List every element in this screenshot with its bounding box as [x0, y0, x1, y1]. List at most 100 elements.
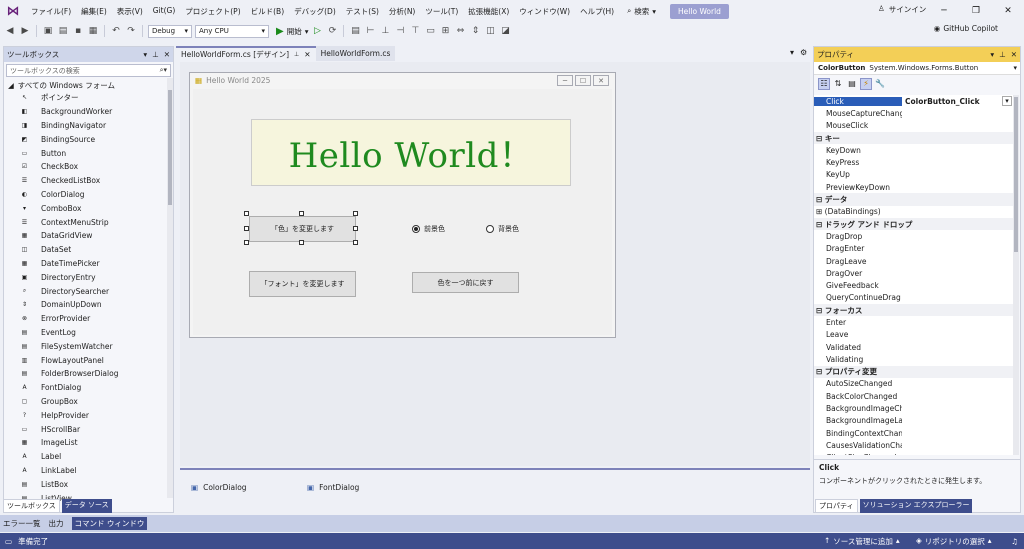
- chevron-down-icon[interactable]: ▾: [990, 50, 994, 59]
- solution-title-chip[interactable]: Hello World: [670, 3, 729, 19]
- toolbox-item[interactable]: ◧ BackgroundWorker: [4, 105, 173, 119]
- search-button[interactable]: ⌕ 検索 ▾: [619, 6, 664, 17]
- toolbox-item[interactable]: ▤ FolderBrowserDialog: [4, 367, 173, 381]
- property-category[interactable]: ⊟ ドラッグ アンド ドロップ: [814, 217, 1014, 231]
- menu-item[interactable]: 編集(E): [76, 6, 112, 17]
- open-folder-icon[interactable]: ▤: [57, 25, 69, 37]
- redo-icon[interactable]: ↷: [125, 25, 137, 37]
- categorized-icon[interactable]: ☷: [818, 77, 830, 90]
- collapse-icon[interactable]: ⊟: [816, 220, 825, 229]
- property-row[interactable]: BackColorChanged: [814, 390, 1014, 402]
- platform-select[interactable]: Any CPU ▾: [195, 24, 269, 38]
- property-row[interactable]: BindingContextChanged: [814, 427, 1014, 439]
- property-row[interactable]: MouseClick: [814, 120, 1014, 132]
- save-all-icon[interactable]: ▦: [87, 25, 99, 37]
- tab-toolbox[interactable]: ツールボックス: [3, 499, 60, 513]
- property-row[interactable]: AutoSizeChanged: [814, 378, 1014, 390]
- radio-background[interactable]: 背景色: [486, 224, 519, 234]
- tab-output[interactable]: 出力: [49, 518, 64, 529]
- collapse-icon[interactable]: ⊟: [816, 367, 825, 376]
- property-row[interactable]: DragDrop: [814, 230, 1014, 242]
- property-row[interactable]: DragOver: [814, 267, 1014, 279]
- toolbox-item[interactable]: ▭ HScrollBar: [4, 422, 173, 436]
- toolbox-item[interactable]: ☑ CheckBox: [4, 160, 173, 174]
- menu-item[interactable]: ヘルプ(H): [575, 6, 619, 17]
- copilot-button[interactable]: ◉ GitHub Copilot: [934, 24, 998, 33]
- align-right-icon[interactable]: ⊣: [394, 25, 406, 37]
- property-row[interactable]: Enter: [814, 316, 1014, 328]
- same-size-icon[interactable]: ▭: [424, 25, 436, 37]
- scrollbar-thumb[interactable]: [1014, 97, 1018, 252]
- minimize-icon[interactable]: ─: [928, 6, 960, 16]
- menu-item[interactable]: ウィンドウ(W): [514, 6, 575, 17]
- property-row[interactable]: QueryContinueDrag: [814, 292, 1014, 304]
- toolbox-item[interactable]: ▦ DateTimePicker: [4, 257, 173, 271]
- spacing-icon[interactable]: ⇔: [454, 25, 466, 37]
- property-row[interactable]: PreviewKeyDown: [814, 181, 1014, 193]
- collapse-icon[interactable]: ⊟: [816, 134, 825, 143]
- grid-icon[interactable]: ⊞: [439, 25, 451, 37]
- close-icon[interactable]: ✕: [992, 6, 1024, 16]
- menu-item[interactable]: プロジェクト(P): [180, 6, 245, 17]
- notification-bell-icon[interactable]: ♫: [1011, 537, 1018, 546]
- property-row[interactable]: MouseCaptureChanged: [814, 107, 1014, 119]
- align-left-icon[interactable]: ⊢: [364, 25, 376, 37]
- property-row[interactable]: KeyDown: [814, 144, 1014, 156]
- pin-icon[interactable]: ⊥: [152, 50, 159, 59]
- property-row[interactable]: Validating: [814, 353, 1014, 365]
- toolbox-search-input[interactable]: ツールボックスの検索 ⌕▾: [6, 64, 171, 77]
- property-row[interactable]: ClientSizeChanged: [814, 452, 1014, 455]
- menu-item[interactable]: ビルド(B): [246, 6, 290, 17]
- menu-item[interactable]: 分析(N): [384, 6, 420, 17]
- forward-icon[interactable]: ▶: [19, 25, 31, 37]
- gear-icon[interactable]: ⚙: [800, 48, 807, 57]
- new-project-icon[interactable]: ▣: [42, 25, 54, 37]
- property-value[interactable]: ColorButton_Click: [902, 97, 1002, 106]
- toolbox-item[interactable]: ⌕ DirectorySearcher: [4, 284, 173, 298]
- collapse-icon[interactable]: ⊟: [816, 306, 825, 315]
- tab-solution-explorer[interactable]: ソリューション エクスプローラー: [859, 499, 973, 513]
- property-row[interactable]: CausesValidationChange: [814, 439, 1014, 451]
- vspacing-icon[interactable]: ⇕: [469, 25, 481, 37]
- source-control-button[interactable]: ↑ ソース管理に追加 ▴: [824, 536, 900, 547]
- resize-handle[interactable]: [299, 211, 304, 216]
- property-row[interactable]: Validated: [814, 341, 1014, 353]
- back-icon[interactable]: ◀: [4, 25, 16, 37]
- tab-datasource[interactable]: データ ソース: [61, 499, 112, 513]
- events-lightning-icon[interactable]: ⚡: [860, 77, 872, 90]
- tray-color-dialog[interactable]: ▣ ColorDialog: [191, 483, 247, 492]
- scrollbar-thumb[interactable]: [168, 90, 172, 205]
- property-row[interactable]: DragEnter: [814, 243, 1014, 255]
- property-row[interactable]: DragLeave: [814, 255, 1014, 267]
- repo-select-button[interactable]: ◈ リポジトリの選択 ▴: [916, 536, 992, 547]
- toolbox-category[interactable]: ◢ すべての Windows フォーム: [4, 79, 173, 91]
- tab-command-window[interactable]: コマンド ウィンドウ: [71, 517, 148, 530]
- toolbox-item[interactable]: A LinkLabel: [4, 464, 173, 478]
- start-button[interactable]: ▶ 開始 ▾: [276, 26, 308, 37]
- toolbox-item[interactable]: ▾ ComboBox: [4, 201, 173, 215]
- undo-icon[interactable]: ↶: [110, 25, 122, 37]
- toolbox-item[interactable]: ↖ ポインター: [4, 91, 173, 105]
- pin-icon[interactable]: ⊥: [294, 51, 299, 58]
- tab-code[interactable]: HelloWorldForm.cs: [315, 46, 396, 61]
- toolbox-item[interactable]: ▥ FlowLayoutPanel: [4, 353, 173, 367]
- menu-item[interactable]: 拡張機能(X): [463, 6, 514, 17]
- menu-item[interactable]: Git(G): [148, 6, 181, 17]
- revert-color-button[interactable]: 色を一つ前に戻す: [412, 272, 519, 293]
- toolbox-item[interactable]: ▣ DirectoryEntry: [4, 270, 173, 284]
- property-row[interactable]: GiveFeedback: [814, 279, 1014, 291]
- properties-icon[interactable]: ▤: [846, 78, 858, 90]
- tab-properties[interactable]: プロパティ: [815, 499, 858, 513]
- toolbox-item[interactable]: ◫ DataSet: [4, 243, 173, 257]
- toolbox-item[interactable]: ☰ CheckedListBox: [4, 174, 173, 188]
- resize-handle[interactable]: [299, 240, 304, 245]
- property-grid-scrollbar[interactable]: [1013, 95, 1019, 455]
- toolbox-item[interactable]: ▦ ImageList: [4, 436, 173, 450]
- resize-handle[interactable]: [244, 240, 249, 245]
- chevron-down-icon[interactable]: ▾: [790, 48, 794, 57]
- toolbox-item[interactable]: ⊗ ErrorProvider: [4, 312, 173, 326]
- alphabetical-icon[interactable]: ⇅: [832, 78, 844, 90]
- hot-reload-icon[interactable]: ⟳: [326, 25, 338, 37]
- tray-font-dialog[interactable]: ▣ FontDialog: [307, 483, 359, 492]
- align-center-icon[interactable]: ⊥: [379, 25, 391, 37]
